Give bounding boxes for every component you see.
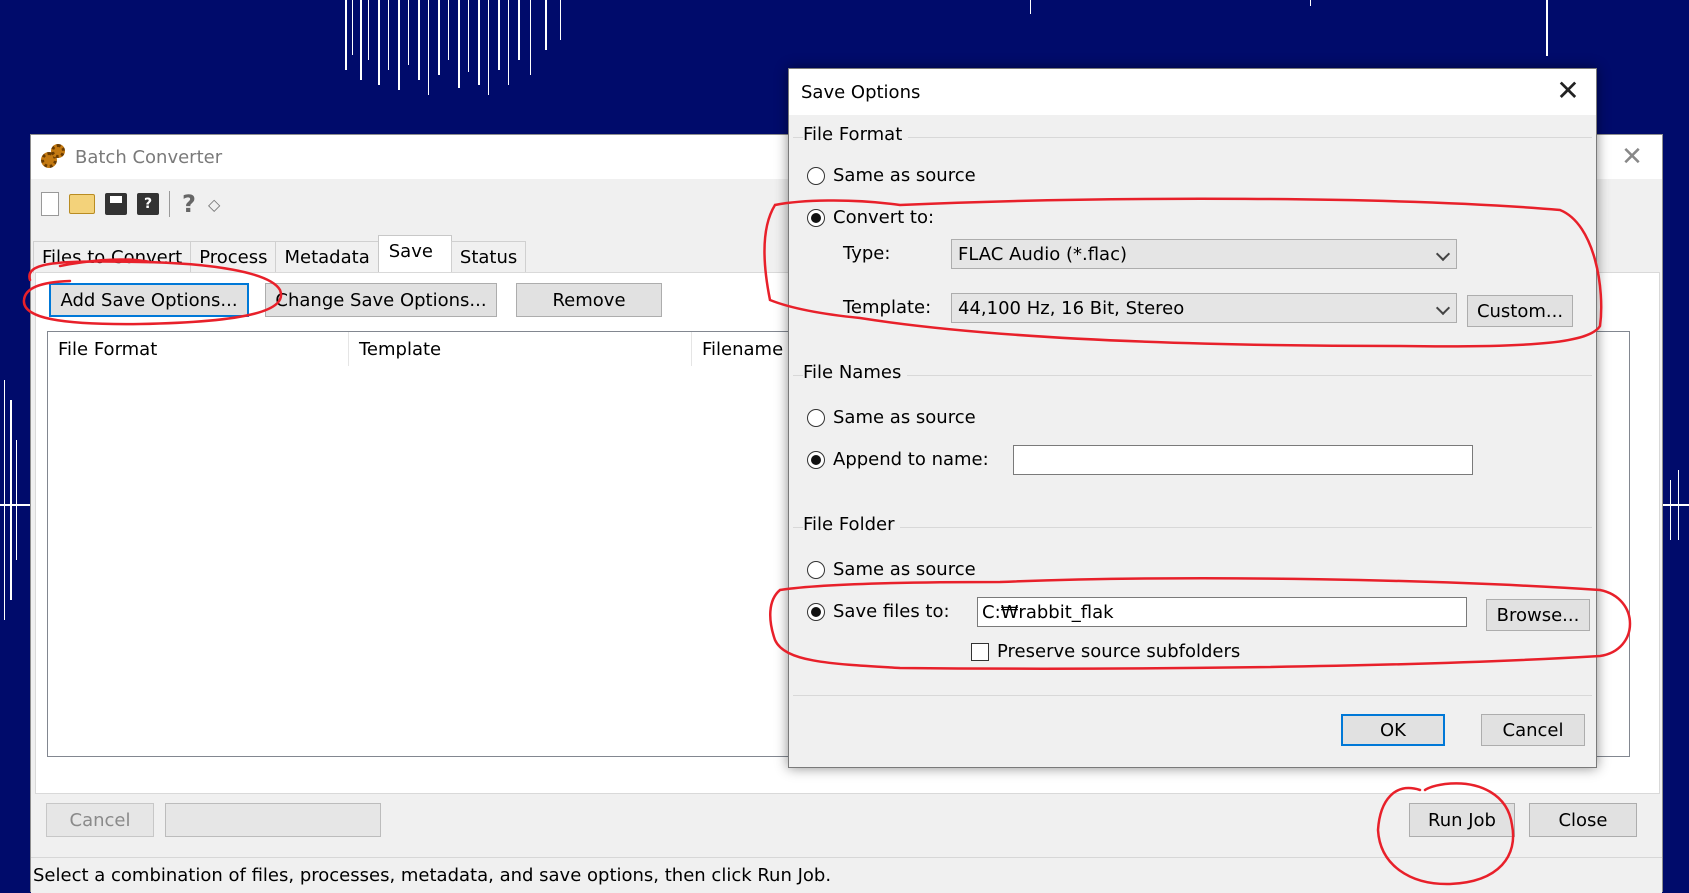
window-title: Batch Converter: [75, 146, 223, 168]
tab-process[interactable]: Process: [190, 241, 277, 273]
column-header-template[interactable]: Template: [349, 332, 692, 366]
ok-button[interactable]: OK: [1341, 714, 1445, 746]
preserve-subfolders-checkbox[interactable]: Preserve source subfolders: [971, 641, 1240, 662]
save-files-to-radio[interactable]: Save files to:: [807, 601, 950, 622]
radio-indicator-selected[interactable]: [807, 450, 825, 469]
cancel-job-button[interactable]: Cancel: [46, 803, 154, 837]
run-job-button[interactable]: Run Job: [1409, 803, 1515, 837]
add-save-options-button[interactable]: Add Save Options...: [49, 283, 249, 317]
close-icon[interactable]: ✕: [1616, 141, 1648, 173]
type-select[interactable]: FLAC Audio (*.flac): [951, 239, 1457, 269]
progress-bar: [165, 803, 381, 837]
radio-indicator-selected[interactable]: [807, 602, 825, 621]
new-file-icon[interactable]: [41, 192, 59, 216]
tab-save[interactable]: Save: [377, 235, 452, 273]
file-format-group-label: File Format: [803, 124, 909, 145]
custom-button[interactable]: Custom...: [1467, 295, 1573, 327]
type-label: Type:: [843, 243, 891, 264]
change-save-options-button[interactable]: Change Save Options...: [265, 283, 497, 317]
radio-indicator[interactable]: [807, 560, 825, 579]
toolbar: ? ? ◇: [41, 187, 220, 221]
append-to-name-input[interactable]: [1013, 445, 1473, 475]
column-header-file-format[interactable]: File Format: [48, 332, 349, 366]
file-names-group: File Names: [793, 362, 1592, 505]
convert-to-radio[interactable]: Convert to:: [807, 207, 934, 228]
status-text: Select a combination of files, processes…: [33, 865, 832, 886]
radio-indicator[interactable]: [807, 166, 825, 185]
append-to-name-radio[interactable]: Append to name:: [807, 449, 989, 470]
format-same-as-source-radio[interactable]: Same as source: [807, 165, 976, 186]
dialog-cancel-button[interactable]: Cancel: [1481, 714, 1585, 746]
names-same-as-source-radio[interactable]: Same as source: [807, 407, 976, 428]
open-folder-icon[interactable]: [69, 194, 95, 214]
dialog-footer-divider: [793, 695, 1592, 697]
close-button[interactable]: Close: [1529, 803, 1637, 837]
help-icon[interactable]: ?: [180, 190, 198, 218]
tab-status[interactable]: Status: [450, 241, 527, 273]
status-bar: Select a combination of files, processes…: [31, 857, 1662, 893]
file-folder-group-label: File Folder: [803, 514, 901, 535]
radio-indicator-selected[interactable]: [807, 208, 825, 227]
template-label: Template:: [843, 297, 932, 318]
save-as-icon[interactable]: ?: [137, 193, 159, 215]
gears-app-icon: [41, 144, 67, 170]
browse-button[interactable]: Browse...: [1486, 599, 1590, 631]
save-options-titlebar[interactable]: Save Options ✕: [789, 69, 1596, 115]
remove-button[interactable]: Remove: [516, 283, 662, 317]
chevron-down-icon: [1435, 300, 1451, 316]
save-folder-path-input[interactable]: [977, 597, 1467, 627]
tab-strip: Files to Convert Process Metadata Save S…: [33, 235, 527, 273]
save-options-dialog: Save Options ✕ File Format Same as sourc…: [788, 68, 1597, 768]
whats-this-icon[interactable]: ◇: [208, 195, 220, 214]
file-names-group-label: File Names: [803, 362, 908, 383]
checkbox-indicator[interactable]: [971, 642, 989, 661]
toolbar-separator: [169, 191, 170, 217]
radio-indicator[interactable]: [807, 408, 825, 427]
template-select[interactable]: 44,100 Hz, 16 Bit, Stereo: [951, 293, 1457, 323]
tab-files-to-convert[interactable]: Files to Convert: [33, 241, 192, 273]
chevron-down-icon: [1435, 246, 1451, 262]
dialog-close-icon[interactable]: ✕: [1552, 75, 1584, 107]
folder-same-as-source-radio[interactable]: Same as source: [807, 559, 976, 580]
save-icon[interactable]: [105, 193, 127, 215]
tab-metadata[interactable]: Metadata: [275, 241, 379, 273]
dialog-title: Save Options: [801, 81, 921, 103]
